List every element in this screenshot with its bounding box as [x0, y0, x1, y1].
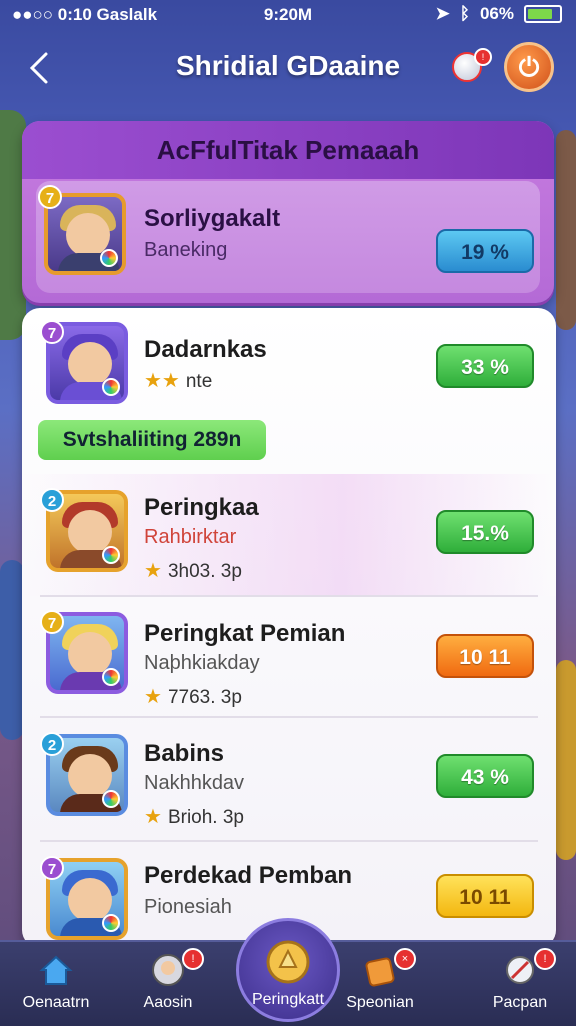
stars-text: 7763. 3p [167, 687, 242, 708]
player-stars: ★ Brioh. 3p [144, 804, 244, 829]
player-subtitle: Baneking [144, 239, 228, 261]
nav-item-avatar[interactable]: ! Aaosin [118, 942, 218, 1026]
percent-badge: 43 % [436, 754, 534, 798]
background-scenery [556, 130, 576, 330]
featured-player-row[interactable]: 7 Sorliygakalt Baneking 19 % [36, 181, 540, 293]
nav-badge: ! [182, 948, 204, 970]
level-badge: 7 [38, 185, 62, 209]
shop-icon [365, 957, 395, 987]
nav-badge: ! [534, 948, 556, 970]
avatar-icon [152, 954, 184, 986]
level-badge: 2 [40, 732, 64, 756]
level-badge: 7 [40, 856, 64, 880]
player-name: Perdekad Pemban [144, 862, 353, 889]
stars-text: Brioh. 3p [167, 807, 244, 828]
notification-button[interactable]: ! [448, 46, 492, 86]
featured-card-header: AcFfulTitak Pemaaah [22, 121, 554, 179]
star-icon: ★ [144, 806, 162, 828]
nav-label: Pacpan [492, 994, 548, 1011]
app-header: Shridial GDaaine ! ⏻ [0, 36, 576, 100]
ranking-icon [266, 940, 310, 984]
profile-icon [506, 956, 534, 984]
level-badge: 2 [40, 488, 64, 512]
nav-item-shop[interactable]: × Speonian [330, 942, 430, 1026]
status-indicators: ➤ ᛒ 06% [436, 4, 562, 24]
featured-card: AcFfulTitak Pemaaah 7 Sorliygakalt Banek… [22, 121, 554, 303]
nav-item-ranking[interactable]: Peringkatt [236, 918, 340, 1022]
stars-text: nte [185, 371, 213, 392]
nav-label: Oenaatrn [22, 994, 90, 1011]
player-name: Sorliygakalt [144, 205, 281, 232]
list-item[interactable]: 2 Peringkaa Rahbirktar ★ 3h03. 3p 15.% [22, 474, 556, 594]
nav-label: Aaosin [143, 994, 193, 1011]
player-name: Babins [144, 740, 225, 767]
player-subtitle: Rahbirktar [144, 526, 237, 548]
list-item[interactable]: 2 Babins Nakhhkdav ★ Brioh. 3p 43 % [22, 720, 556, 838]
divider [40, 716, 538, 718]
bluetooth-icon: ᛒ [459, 4, 470, 23]
battery-icon [524, 5, 562, 23]
divider [40, 840, 538, 842]
player-stars: ★ 7763. 3p [144, 684, 242, 709]
list-item[interactable]: 7 Dadarnkas ★★ nte 33 % [22, 308, 556, 416]
percent-badge: 33 % [436, 344, 534, 388]
home-icon [39, 955, 73, 985]
player-name: Dadarnkas [144, 336, 267, 363]
power-icon: ⏻ [518, 52, 540, 82]
player-subtitle: Naþhkiakday [144, 652, 260, 674]
list-item[interactable]: 7 Peringkat Pemian Naþhkiakday ★ 7763. 3p… [22, 598, 556, 716]
player-stars: ★ 3h03. 3p [144, 558, 242, 583]
percent-badge: 10 11 [436, 634, 534, 678]
status-bar: ●●○○ 0:10 Gaslalk 9:20M ➤ ᛒ 06% [0, 0, 576, 30]
background-scenery [556, 660, 576, 860]
star-icon: ★ [144, 560, 162, 582]
ranking-list: 7 Dadarnkas ★★ nte 33 % Svtshaliiting 289… [22, 308, 556, 948]
location-icon: ➤ [435, 4, 450, 23]
star-icon: ★ [144, 686, 162, 708]
divider [40, 595, 538, 597]
percent-badge: 19 % [436, 229, 534, 273]
nav-item-home[interactable]: Oenaatrn [6, 942, 106, 1026]
player-subtitle: Nakhhkdav [144, 772, 245, 794]
level-badge: 7 [40, 320, 64, 344]
battery-percent: 06% [479, 4, 514, 23]
power-button[interactable]: ⏻ [504, 42, 554, 92]
nav-label: Peringkatt [251, 991, 325, 1008]
nav-badge: × [394, 948, 416, 970]
percent-badge: 10 11 [436, 874, 534, 918]
player-name: Peringkat Pemian [144, 620, 346, 647]
status-banner: Svtshaliiting 289n [38, 420, 266, 460]
featured-card-title: AcFfulTitak Pemaaah [156, 135, 420, 165]
star-icon: ★★ [144, 370, 180, 392]
player-subtitle: Pionesiah [144, 896, 232, 918]
stars-text: 3h03. 3p [167, 561, 242, 582]
player-stars: ★★ nte [144, 368, 212, 393]
nav-item-profile[interactable]: ! Pacpan [470, 942, 570, 1026]
level-badge: 7 [40, 610, 64, 634]
background-scenery [0, 560, 24, 740]
notification-badge: ! [474, 48, 492, 66]
player-name: Peringkaa [144, 494, 259, 521]
nav-label: Speonian [346, 994, 414, 1011]
percent-badge: 15.% [436, 510, 534, 554]
